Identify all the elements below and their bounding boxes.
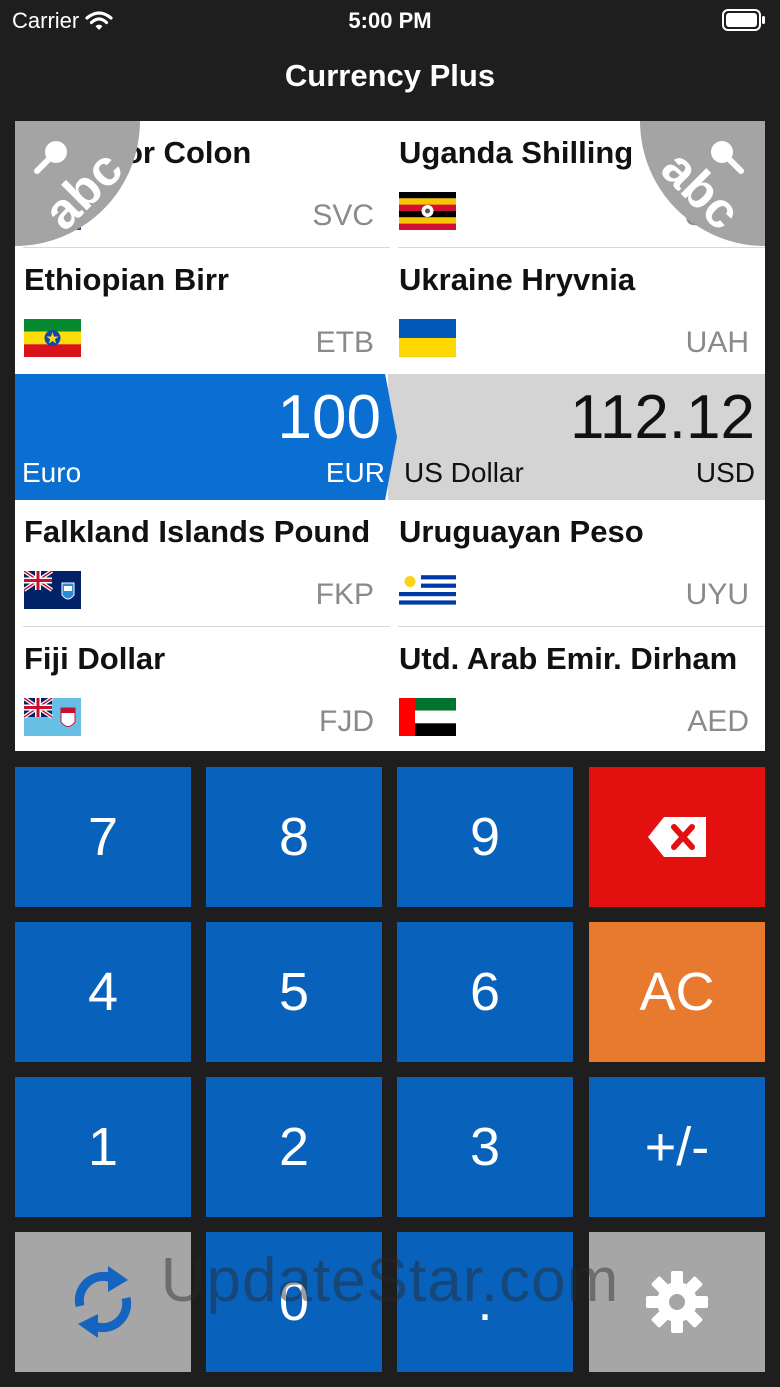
plus-minus-button[interactable]: +/- bbox=[589, 1077, 765, 1217]
currency-list[interactable]: Salvador Colon SVC Uganda Shilling UGX E… bbox=[15, 121, 765, 751]
currency-code: SVC bbox=[312, 199, 374, 232]
key-1-button[interactable]: 1 bbox=[15, 1077, 191, 1217]
currency-cell-uyu[interactable]: Uruguayan Peso UYU bbox=[390, 500, 765, 626]
currency-cell-etb[interactable]: Ethiopian Birr ETB bbox=[15, 248, 390, 374]
converted-amount: 112.12 bbox=[569, 383, 755, 452]
currency-cell-aed[interactable]: Utd. Arab Emir. Dirham AED bbox=[390, 627, 765, 751]
battery-icon bbox=[722, 9, 765, 31]
gear-icon bbox=[646, 1271, 708, 1333]
flag-uruguay-icon bbox=[399, 571, 456, 609]
clear-all-button[interactable]: AC bbox=[589, 922, 765, 1062]
currency-cell-fjd[interactable]: Fiji Dollar FJD bbox=[15, 627, 390, 751]
key-3-button[interactable]: 3 bbox=[397, 1077, 573, 1217]
settings-button[interactable] bbox=[589, 1232, 765, 1372]
currency-name: Uganda Shilling bbox=[399, 135, 634, 170]
currency-code: UYU bbox=[685, 578, 749, 611]
currency-cell-fkp[interactable]: Falkland Islands Pound FKP bbox=[15, 500, 390, 626]
flag-uganda-icon bbox=[399, 192, 456, 230]
flag-ethiopia-icon bbox=[24, 319, 81, 357]
flag-falkland-islands-icon bbox=[24, 571, 81, 609]
input-amount: 100 bbox=[277, 383, 381, 452]
clock: 5:00 PM bbox=[348, 8, 432, 33]
currency-code: AED bbox=[687, 705, 749, 738]
selected-from-name: Euro bbox=[22, 457, 82, 488]
key-9-button[interactable]: 9 bbox=[397, 767, 573, 907]
currency-name: Ukraine Hryvnia bbox=[399, 262, 636, 297]
currency-name: Uruguayan Peso bbox=[399, 514, 644, 549]
refresh-rates-button[interactable] bbox=[15, 1232, 191, 1372]
currency-code: FKP bbox=[315, 578, 374, 611]
page-title: Currency Plus bbox=[284, 58, 496, 93]
selected-to-name: US Dollar bbox=[404, 457, 524, 488]
key-2-button[interactable]: 2 bbox=[206, 1077, 382, 1217]
selected-to-currency[interactable]: 112.12 US Dollar USD bbox=[388, 374, 765, 500]
status-bar: Carrier 5:00 PM bbox=[0, 0, 780, 40]
currency-name: Falkland Islands Pound bbox=[24, 514, 371, 549]
flag-uae-icon bbox=[399, 698, 456, 736]
backspace-button[interactable] bbox=[589, 767, 765, 907]
backspace-icon bbox=[648, 817, 706, 857]
flag-ukraine-icon bbox=[399, 319, 456, 357]
currency-code: ETB bbox=[315, 326, 374, 359]
currency-name: Ethiopian Birr bbox=[24, 262, 229, 297]
key-4-button[interactable]: 4 bbox=[15, 922, 191, 1062]
currency-code: UAH bbox=[685, 326, 749, 359]
key-8-button[interactable]: 8 bbox=[206, 767, 382, 907]
currency-code: FJD bbox=[319, 705, 374, 738]
selected-from-currency[interactable]: 100 Euro EUR bbox=[15, 374, 397, 500]
key-7-button[interactable]: 7 bbox=[15, 767, 191, 907]
currency-name: Fiji Dollar bbox=[24, 641, 166, 676]
decimal-point-button[interactable]: . bbox=[397, 1232, 573, 1372]
selected-to-code: USD bbox=[695, 457, 755, 488]
flag-fiji-icon bbox=[24, 698, 81, 736]
refresh-icon bbox=[74, 1266, 132, 1338]
currency-cell-uah[interactable]: Ukraine Hryvnia UAH bbox=[390, 248, 765, 374]
key-6-button[interactable]: 6 bbox=[397, 922, 573, 1062]
key-5-button[interactable]: 5 bbox=[206, 922, 382, 1062]
selected-from-code: EUR bbox=[325, 457, 385, 488]
key-0-button[interactable]: 0 bbox=[206, 1232, 382, 1372]
currency-name: Utd. Arab Emir. Dirham bbox=[399, 641, 738, 676]
